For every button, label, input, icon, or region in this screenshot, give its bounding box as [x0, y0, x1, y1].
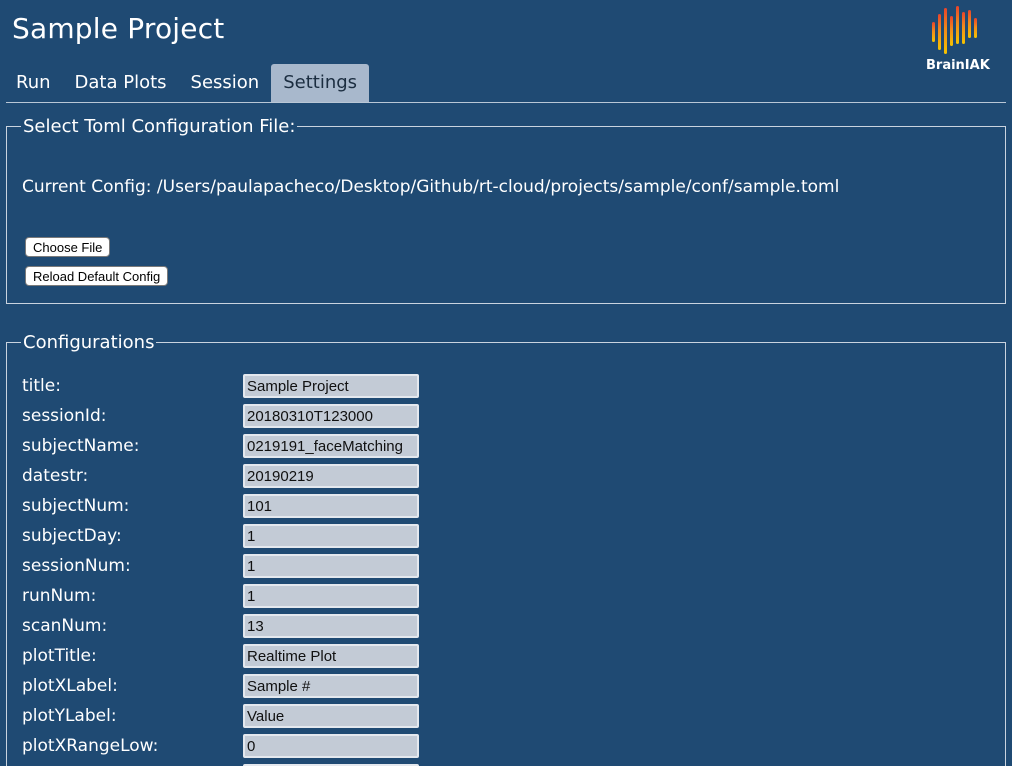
- config-field-label: sessionId:: [22, 406, 107, 426]
- tab-session[interactable]: Session: [179, 64, 272, 102]
- brainiak-logo: BrainIAK: [924, 6, 994, 76]
- config-field-label: scanNum:: [22, 616, 108, 636]
- tab-run[interactable]: Run: [4, 64, 63, 102]
- config-field-input[interactable]: [243, 614, 419, 638]
- config-field-input[interactable]: [243, 524, 419, 548]
- tab-bar: Run Data Plots Session Settings: [4, 64, 370, 102]
- config-field-input[interactable]: [243, 374, 419, 398]
- config-row: subjectName:: [22, 434, 442, 460]
- settings-page: Sample Project BrainIAK Run Data Plots S…: [0, 0, 1012, 766]
- config-field-label: sessionNum:: [22, 556, 131, 576]
- config-row: sessionNum:: [22, 554, 442, 580]
- config-field-label: datestr:: [22, 466, 89, 486]
- config-field-label: subjectNum:: [22, 496, 130, 516]
- tab-data-plots[interactable]: Data Plots: [63, 64, 179, 102]
- config-field-label: plotTitle:: [22, 646, 97, 666]
- config-field-input[interactable]: [243, 674, 419, 698]
- config-row: plotXRangeLow:: [22, 734, 442, 760]
- config-row: subjectDay:: [22, 524, 442, 550]
- logo-text: BrainIAK: [926, 58, 990, 73]
- config-field-input[interactable]: [243, 584, 419, 608]
- config-field-label: plotXLabel:: [22, 676, 118, 696]
- config-row: plotTitle:: [22, 644, 442, 670]
- config-field-input[interactable]: [243, 734, 419, 758]
- config-row: plotXLabel:: [22, 674, 442, 700]
- config-field-input[interactable]: [243, 434, 419, 458]
- config-row: datestr:: [22, 464, 442, 490]
- config-row: runNum:: [22, 584, 442, 610]
- config-field-input[interactable]: [243, 404, 419, 428]
- config-field-input[interactable]: [243, 644, 419, 668]
- toml-file-legend: Select Toml Configuration File:: [23, 116, 296, 137]
- config-field-label: plotXRangeLow:: [22, 736, 159, 756]
- toml-file-section: Select Toml Configuration File: Current …: [6, 116, 1006, 304]
- config-field-label: runNum:: [22, 586, 97, 606]
- config-field-label: title:: [22, 376, 61, 396]
- configurations-section: Configurations title: sessionId: subjectNa…: [6, 332, 1006, 766]
- tab-divider: [6, 102, 1006, 103]
- app-title: Sample Project: [12, 12, 225, 45]
- config-field-input[interactable]: [243, 464, 419, 488]
- brainiak-waveform-icon: [932, 6, 977, 54]
- config-row: scanNum:: [22, 614, 442, 640]
- config-field-input[interactable]: [243, 704, 419, 728]
- configurations-legend: Configurations: [23, 332, 155, 353]
- config-row: subjectNum:: [22, 494, 442, 520]
- config-field-input[interactable]: [243, 494, 419, 518]
- choose-file-button[interactable]: Choose File: [25, 237, 111, 257]
- config-field-label: subjectDay:: [22, 526, 122, 546]
- tab-settings[interactable]: Settings: [271, 64, 370, 102]
- config-field-input[interactable]: [243, 554, 419, 578]
- current-config-path: Current Config: /Users/paulapacheco/Desk…: [22, 177, 840, 197]
- config-row: plotYLabel:: [22, 704, 442, 730]
- config-row: title:: [22, 374, 442, 400]
- config-field-label: subjectName:: [22, 436, 140, 456]
- reload-default-config-button[interactable]: Reload Default Config: [25, 266, 169, 286]
- config-field-label: plotYLabel:: [22, 706, 117, 726]
- config-row: sessionId:: [22, 404, 442, 430]
